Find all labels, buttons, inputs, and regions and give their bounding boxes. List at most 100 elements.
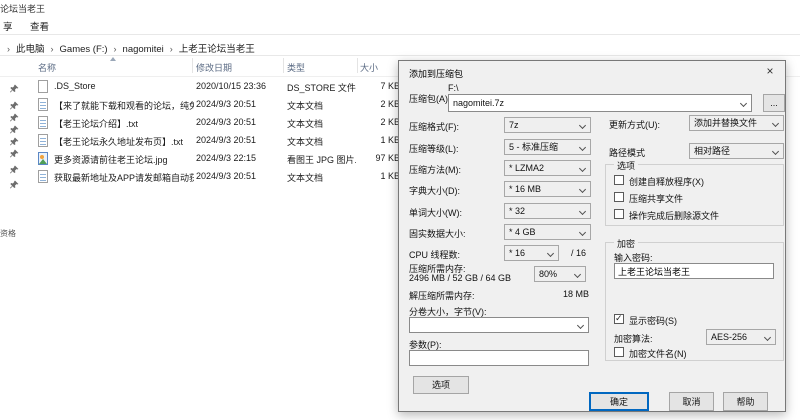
file-row[interactable]: 获取最新地址及APP请发邮箱自动获取.txt 2024/9/3 20:51 文本… (0, 168, 400, 186)
cancel-button[interactable]: 取消 (669, 392, 714, 411)
level-combobox[interactable]: 5 - 标准压缩 (504, 139, 591, 155)
method-value: * LZMA2 (509, 163, 544, 173)
options-group-title: 选项 (614, 159, 638, 172)
breadcrumb-current-folder[interactable]: 上老王论坛当老王 (179, 44, 255, 55)
breadcrumb-drive[interactable]: Games (F:) (60, 44, 108, 55)
encryption-method-combobox[interactable]: AES-256 (706, 329, 776, 345)
divider (0, 55, 800, 56)
chevron-down-icon (547, 250, 554, 257)
compress-shared-label: 压缩共享文件 (629, 192, 683, 205)
solid-block-combobox[interactable]: * 4 GB (504, 224, 591, 240)
chevron-down-icon (579, 186, 586, 193)
encrypt-names-label: 加密文件名(N) (629, 347, 687, 360)
column-header-name[interactable]: 名称 (38, 61, 56, 74)
breadcrumb-chevron-icon (45, 44, 60, 54)
file-row[interactable]: 【老王论坛介绍】.txt 2024/9/3 20:51 文本文档 2 KB (0, 114, 400, 132)
solid-block-value: * 4 GB (509, 227, 536, 237)
browse-button[interactable]: ... (763, 94, 785, 112)
ok-button[interactable]: 确定 (589, 392, 649, 411)
add-to-archive-dialog: 添加到压缩包 × 压缩包(A): F:\ nagomitei.7z ... 压缩… (398, 60, 786, 412)
update-mode-combobox[interactable]: 添加并替换文件 (689, 115, 784, 131)
breadcrumb-folder[interactable]: nagomitei (123, 44, 164, 55)
file-date: 2024/9/3 22:15 (196, 153, 282, 163)
file-row[interactable]: 【来了就能下载和观看的论坛，纯免费！... 2024/9/3 20:51 文本文… (0, 96, 400, 114)
dictionary-value: * 16 MB (509, 184, 541, 194)
breadcrumb: 此电脑 Games (F:) nagomitei 上老王论坛当老王 (1, 41, 255, 55)
file-name: 【老王论坛永久地址发布页】.txt (54, 135, 194, 148)
file-date: 2024/9/3 20:51 (196, 135, 282, 145)
image-file-icon (38, 152, 48, 165)
file-name: 【老王论坛介绍】.txt (54, 117, 194, 130)
archive-label: 压缩包(A): (409, 92, 451, 105)
chevron-down-icon (740, 100, 747, 107)
decompress-memory-value: 18 MB (529, 289, 589, 299)
chevron-down-icon (574, 271, 581, 278)
menu-share[interactable]: 享 (3, 19, 13, 33)
screen: 论坛当老王 享 查看 此电脑 Games (F:) nagomitei 上老王论坛当老… (0, 0, 800, 420)
file-name: 更多资源请前往老王论坛.jpg (54, 153, 194, 166)
word-size-value: * 32 (509, 206, 525, 216)
file-icon (38, 80, 48, 93)
file-name: 【来了就能下载和观看的论坛，纯免费！... (54, 99, 194, 112)
text-file-icon (38, 170, 48, 183)
column-header-size[interactable]: 大小 (360, 61, 378, 74)
chevron-down-icon (579, 208, 586, 215)
close-icon[interactable]: × (755, 61, 785, 81)
file-row[interactable]: .DS_Store 2020/10/15 23:36 DS_STORE 文件 7… (0, 78, 400, 96)
password-input[interactable] (614, 263, 774, 279)
file-row[interactable]: 更多资源请前往老王论坛.jpg 2024/9/3 22:15 看图王 JPG 图… (0, 150, 400, 168)
pin-icon (10, 84, 19, 95)
breadcrumb-this-pc[interactable]: 此电脑 (16, 44, 45, 55)
divider (0, 34, 800, 35)
word-size-combobox[interactable]: * 32 (504, 203, 591, 219)
cpu-threads-value: * 16 (509, 248, 525, 258)
pin-icon (10, 149, 19, 160)
parameters-input[interactable] (409, 350, 589, 366)
pin-icon (10, 137, 19, 148)
divider (357, 58, 358, 73)
dialog-title: 添加到压缩包 (409, 67, 463, 80)
encryption-group-title: 加密 (614, 237, 638, 250)
volume-size-combobox[interactable] (409, 317, 589, 333)
file-row[interactable]: 【老王论坛永久地址发布页】.txt 2024/9/3 20:51 文本文档 1 … (0, 132, 400, 150)
decompress-memory-label: 解压缩所需内存: (409, 289, 475, 302)
breadcrumb-chevron-icon (1, 44, 16, 54)
column-header-type[interactable]: 类型 (287, 61, 305, 74)
window-title: 论坛当老王 (0, 2, 45, 15)
breadcrumb-chevron-icon (108, 44, 123, 54)
level-value: 5 - 标准压缩 (509, 142, 558, 152)
pin-icon (10, 165, 19, 176)
memory-percent-combobox[interactable]: 80% (534, 266, 586, 282)
path-mode-combobox[interactable]: 相对路径 (689, 143, 784, 159)
method-combobox[interactable]: * LZMA2 (504, 160, 591, 176)
divider (283, 58, 284, 73)
column-header-date[interactable]: 修改日期 (196, 61, 232, 74)
chevron-down-icon (577, 322, 584, 329)
checkbox-icon (614, 347, 624, 357)
help-button[interactable]: 帮助 (723, 392, 768, 411)
archive-name-combobox[interactable]: nagomitei.7z (448, 94, 752, 112)
word-size-label: 单词大小(W): (409, 206, 462, 219)
format-label: 压缩格式(F): (409, 120, 459, 133)
memory-percent-value: 80% (539, 269, 557, 279)
chevron-down-icon (579, 229, 586, 236)
method-label: 压缩方法(M): (409, 163, 461, 176)
menu-view[interactable]: 查看 (30, 19, 49, 33)
show-password-label: 显示密码(S) (629, 314, 677, 327)
pin-icon (10, 125, 19, 136)
path-mode-value: 相对路径 (694, 146, 730, 156)
dictionary-combobox[interactable]: * 16 MB (504, 181, 591, 197)
cpu-threads-combobox[interactable]: * 16 (504, 245, 559, 261)
encryption-group: 加密 输入密码: 显示密码(S) 加密算法: AES-256 加密文件名(N) (605, 242, 784, 361)
options-button[interactable]: 选项 (413, 376, 469, 394)
archive-dir: F:\ (448, 83, 459, 93)
text-file-icon (38, 116, 48, 129)
cpu-threads-label: CPU 线程数: (409, 248, 460, 261)
format-combobox[interactable]: 7z (504, 117, 591, 133)
memory-value: 2496 MB / 52 GB / 64 GB (409, 273, 511, 283)
file-name: .DS_Store (54, 81, 194, 91)
text-file-icon (38, 134, 48, 147)
file-size: 7 KB (340, 81, 400, 91)
pin-icon (10, 101, 19, 112)
file-size: 2 KB (340, 117, 400, 127)
